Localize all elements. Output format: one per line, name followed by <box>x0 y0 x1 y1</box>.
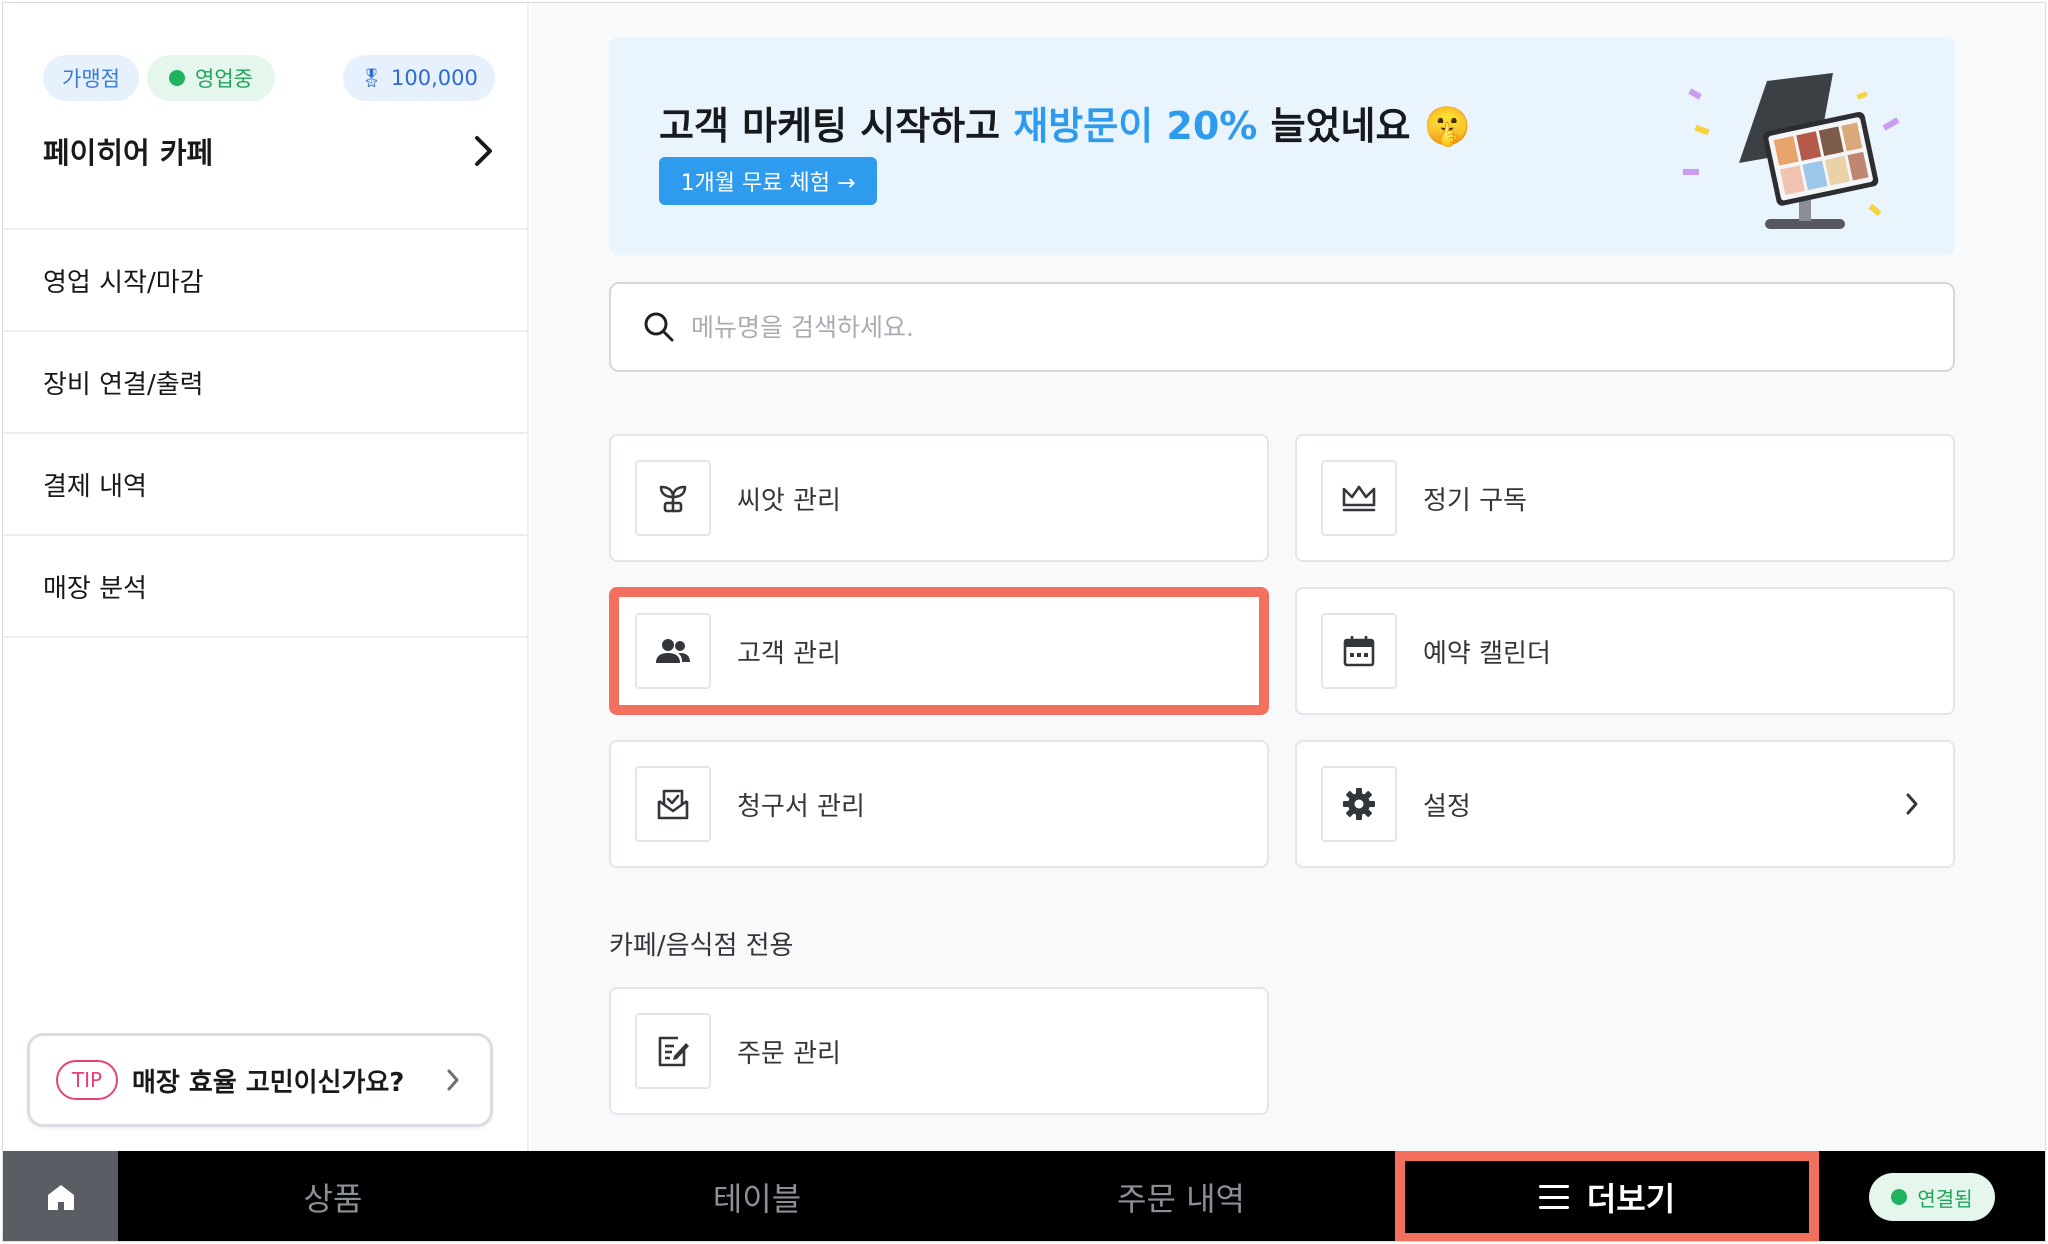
tab-more[interactable]: 더보기 <box>1395 1151 1819 1241</box>
menu-card-label: 고객 관리 <box>737 638 841 669</box>
banner-title-suffix: 늘었네요 <box>1257 104 1411 148</box>
sidebar-item-store-analytics[interactable]: 매장 분석 <box>3 536 527 638</box>
menu-card-label: 설정 <box>1423 791 1471 822</box>
menu-card-label: 씨앗 관리 <box>737 485 841 516</box>
icon-box <box>635 1013 711 1089</box>
connection-dot-icon <box>1891 1189 1908 1205</box>
home-button[interactable] <box>3 1151 118 1241</box>
search-input[interactable] <box>691 312 1891 342</box>
sidebar-menu: 영업 시작/마감 장비 연결/출력 결제 내역 매장 분석 <box>3 228 527 638</box>
tab-products[interactable]: 상품 <box>121 1151 545 1241</box>
icon-box <box>1321 766 1397 842</box>
menu-search-bar[interactable] <box>609 282 1955 372</box>
sidebar-item-device-connection[interactable]: 장비 연결/출력 <box>3 332 527 434</box>
connection-status-badge: 연결됨 <box>1869 1173 1995 1221</box>
calendar-icon <box>1343 636 1375 667</box>
icon-box <box>1321 460 1397 536</box>
main-content: 고객 마케팅 시작하고 재방문이 20% 늘었네요 🤫 1개월 무료 체험 → <box>531 3 2045 1151</box>
banner-title-accent: 재방문이 20% <box>1013 104 1258 148</box>
menu-card-settings[interactable]: 설정 <box>1295 740 1955 868</box>
store-name: 페이히어 카페 <box>43 136 214 170</box>
search-icon <box>644 312 674 342</box>
business-status-badge: 영업중 <box>147 55 275 101</box>
tip-badge: TIP <box>56 1060 118 1100</box>
tab-order-history[interactable]: 주문 내역 <box>969 1151 1393 1241</box>
connection-status-label: 연결됨 <box>1917 1186 1973 1211</box>
invoice-icon <box>657 789 689 820</box>
menu-card-label: 예약 캘린더 <box>1423 638 1551 669</box>
chevron-right-icon <box>475 136 492 166</box>
sidebar-item-label: 매장 분석 <box>43 573 147 604</box>
promo-banner[interactable]: 고객 마케팅 시작하고 재방문이 20% 늘었네요 🤫 1개월 무료 체험 → <box>609 37 1955 255</box>
chevron-right-icon <box>447 1069 459 1091</box>
hamburger-icon <box>1538 1185 1569 1209</box>
points-badge[interactable]: 🎖 100,000 <box>343 55 495 101</box>
menu-card-customer-management[interactable]: 고객 관리 <box>609 587 1269 715</box>
sprout-icon <box>659 485 687 513</box>
sidebar: 가맹점 영업중 🎖 100,000 페이히어 카페 영업 시작/마감 장비 연결/… <box>3 3 529 1151</box>
sidebar-item-business-open-close[interactable]: 영업 시작/마감 <box>3 230 527 332</box>
people-icon <box>656 639 690 663</box>
banner-title-prefix: 고객 마케팅 시작하고 <box>659 104 1014 148</box>
app-window: 가맹점 영업중 🎖 100,000 페이히어 카페 영업 시작/마감 장비 연결/… <box>2 2 2046 1242</box>
section-title-cafe-restaurant: 카페/음식점 전용 <box>609 931 794 961</box>
chevron-right-icon <box>1906 793 1918 815</box>
gear-icon <box>1343 788 1375 820</box>
menu-card-label: 청구서 관리 <box>737 791 865 822</box>
menu-card-label: 주문 관리 <box>737 1038 841 1069</box>
franchise-badge: 가맹점 <box>43 55 139 101</box>
home-icon <box>47 1185 74 1210</box>
sidebar-item-label: 영업 시작/마감 <box>43 267 204 298</box>
banner-title: 고객 마케팅 시작하고 재방문이 20% 늘었네요 🤫 <box>659 95 1471 150</box>
business-status-label: 영업중 <box>195 67 253 91</box>
shush-emoji-icon: 🤫 <box>1423 104 1472 148</box>
sidebar-item-label: 결제 내역 <box>43 471 147 502</box>
medal-icon: 🎖 <box>360 67 383 89</box>
icon-box <box>635 613 711 689</box>
franchise-badge-label: 가맹점 <box>62 67 120 91</box>
free-trial-button[interactable]: 1개월 무료 체험 → <box>659 157 877 205</box>
sidebar-item-payment-history[interactable]: 결제 내역 <box>3 434 527 536</box>
pos-device-illustration <box>1683 73 1900 229</box>
sidebar-item-label: 장비 연결/출력 <box>43 369 204 400</box>
icon-box <box>635 460 711 536</box>
tip-card[interactable]: TIP 매장 효율 고민이신가요? <box>27 1033 493 1127</box>
bottom-navigation: 상품 테이블 주문 내역 더보기 연결됨 <box>3 1151 2045 1241</box>
icon-box <box>1321 613 1397 689</box>
order-edit-icon <box>658 1036 689 1067</box>
icon-box <box>635 766 711 842</box>
menu-card-label: 정기 구독 <box>1423 485 1527 516</box>
tab-more-label: 더보기 <box>1586 1180 1676 1218</box>
points-value: 100,000 <box>391 66 478 90</box>
store-selector[interactable]: 페이히어 카페 <box>43 127 495 175</box>
crown-icon <box>1342 485 1376 512</box>
menu-card-subscription[interactable]: 정기 구독 <box>1295 434 1955 562</box>
store-badges: 가맹점 영업중 🎖 100,000 <box>43 55 495 101</box>
menu-card-seed-management[interactable]: 씨앗 관리 <box>609 434 1269 562</box>
status-dot-icon <box>169 70 186 86</box>
tab-tables[interactable]: 테이블 <box>545 1151 969 1241</box>
menu-card-invoice-management[interactable]: 청구서 관리 <box>609 740 1269 868</box>
menu-card-order-management[interactable]: 주문 관리 <box>609 987 1269 1115</box>
tip-text: 매장 효율 고민이신가요? <box>132 1067 405 1098</box>
menu-card-reservation-calendar[interactable]: 예약 캘린더 <box>1295 587 1955 715</box>
